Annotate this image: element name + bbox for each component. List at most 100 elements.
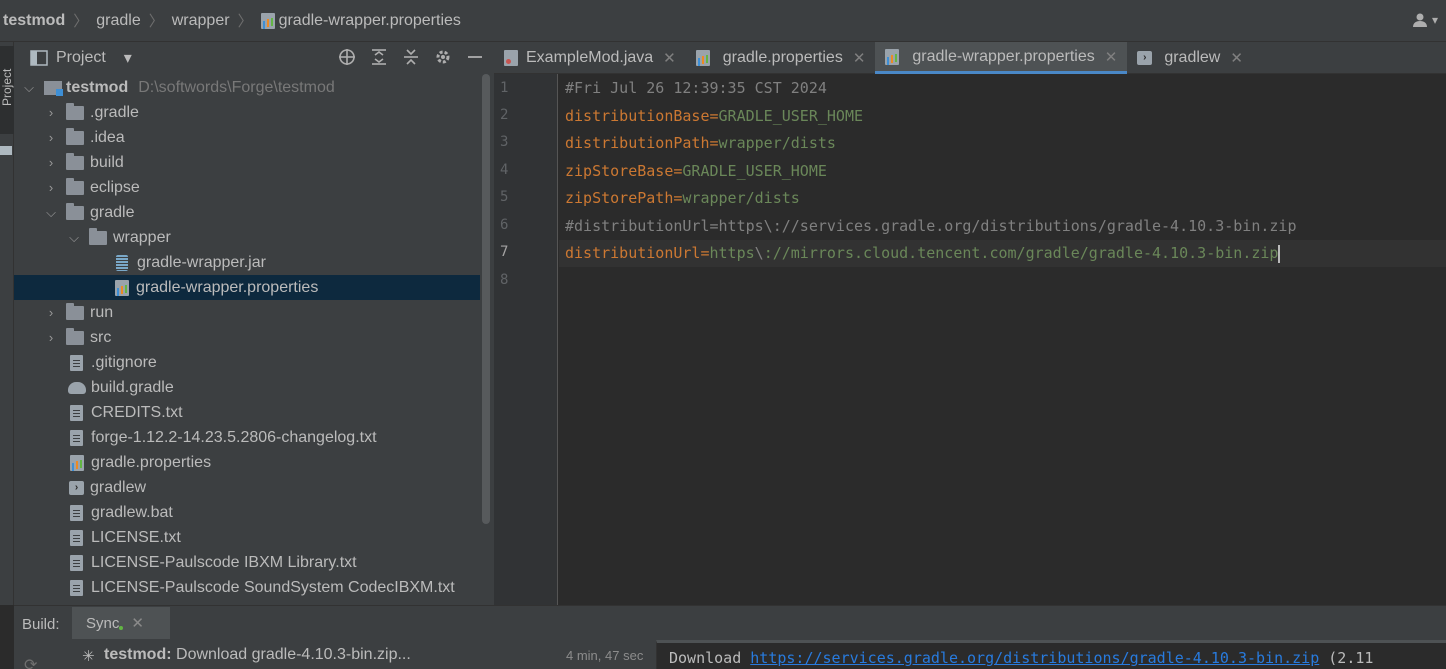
tree-item-license[interactable]: LICENSE.txt bbox=[14, 525, 480, 550]
breadcrumb-file[interactable]: gradle-wrapper.properties bbox=[260, 0, 461, 42]
tab-label: Sync bbox=[86, 614, 120, 632]
tree-item-label: run bbox=[90, 303, 114, 321]
build-task[interactable]: testmod: Download gradle-4.10.3-bin.zip.… bbox=[104, 646, 411, 664]
minimize-icon[interactable] bbox=[466, 48, 484, 66]
gear-icon[interactable] bbox=[434, 48, 452, 66]
module-folder-icon bbox=[44, 80, 63, 96]
tree-item-license-soundsystem[interactable]: LICENSE-Paulscode SoundSystem CodecIBXM.… bbox=[14, 575, 480, 600]
close-icon[interactable]: ✕ bbox=[1105, 48, 1118, 66]
left-tool-stripe: Project bbox=[0, 42, 14, 605]
tree-item-label: LICENSE-Paulscode IBXM Library.txt bbox=[91, 553, 357, 571]
chevron-right-icon: › bbox=[48, 180, 54, 195]
tree-item-changelog[interactable]: forge-1.12.2-14.23.5.2806-changelog.txt bbox=[14, 425, 480, 450]
navigation-bar: testmod 〉 gradle 〉 wrapper 〉 gradle-wrap… bbox=[0, 0, 1446, 42]
expand-all-icon[interactable] bbox=[370, 48, 388, 66]
breadcrumb-label: wrapper bbox=[171, 11, 230, 29]
tree-item-build[interactable]: › build bbox=[14, 150, 480, 175]
tree-scrollbar[interactable] bbox=[482, 74, 490, 524]
close-icon[interactable]: ✕ bbox=[1230, 49, 1243, 67]
project-tool-tab[interactable]: Project bbox=[0, 46, 14, 134]
tree-item-run[interactable]: › run bbox=[14, 300, 480, 325]
tab-gradlew[interactable]: › gradlew ✕ bbox=[1127, 42, 1253, 74]
tree-item-label: gradlew bbox=[90, 478, 147, 496]
tree-root[interactable]: ⌵ testmod D:\softwords\Forge\testmod bbox=[14, 75, 480, 100]
tree-item-label: LICENSE-Paulscode SoundSystem CodecIBXM.… bbox=[91, 578, 455, 596]
breadcrumb-label: gradle-wrapper.properties bbox=[278, 11, 461, 29]
code-line: #Fri Jul 26 12:39:35 CST 2024 bbox=[565, 79, 827, 97]
tree-item-label: .gitignore bbox=[91, 353, 157, 371]
line-number: 2 bbox=[500, 107, 509, 123]
project-tree: ⌵ testmod D:\softwords\Forge\testmod › .g… bbox=[14, 74, 494, 605]
property-value: https bbox=[709, 244, 755, 262]
tree-item-src[interactable]: › src bbox=[14, 325, 480, 350]
user-icon bbox=[1412, 13, 1427, 27]
breadcrumb-separator: 〉 bbox=[73, 13, 89, 30]
project-view-selector[interactable]: Project ▾ bbox=[14, 48, 132, 68]
spinner-icon: ✳ bbox=[82, 648, 95, 665]
collapse-all-icon[interactable] bbox=[402, 48, 420, 66]
refresh-icon[interactable]: ⟳ bbox=[24, 655, 37, 669]
tree-item-build-gradle[interactable]: build.gradle bbox=[14, 375, 480, 400]
chevron-right-icon: › bbox=[48, 305, 54, 320]
user-menu-button[interactable]: ▾ bbox=[1412, 12, 1438, 28]
tree-item-wrapper[interactable]: ⌵ wrapper bbox=[14, 225, 480, 250]
property-value: GRADLE_USER_HOME bbox=[718, 107, 864, 125]
folder-icon bbox=[89, 227, 107, 245]
task-description: Download gradle-4.10.3-bin.zip... bbox=[171, 646, 411, 663]
tab-sync[interactable]: Sync ✕ bbox=[72, 607, 170, 639]
breadcrumb-gradle[interactable]: gradle bbox=[96, 0, 140, 42]
tab-gradle-wrapper-properties[interactable]: gradle-wrapper.properties ✕ bbox=[875, 42, 1128, 74]
properties-file-icon bbox=[695, 50, 710, 66]
close-icon[interactable]: ✕ bbox=[663, 49, 676, 67]
line-number: 3 bbox=[500, 134, 509, 150]
code-line: #distributionUrl=https\://services.gradl… bbox=[565, 217, 1297, 235]
status-dot-icon bbox=[119, 626, 124, 630]
properties-file-icon bbox=[115, 279, 129, 296]
code-line: distributionUrl=https\://mirrors.cloud.t… bbox=[565, 244, 1281, 263]
console-link[interactable]: https://services.gradle.org/distribution… bbox=[750, 649, 1319, 667]
task-project: testmod: bbox=[104, 646, 172, 663]
tree-item-credits[interactable]: CREDITS.txt bbox=[14, 400, 480, 425]
breadcrumb-project[interactable]: testmod bbox=[0, 0, 65, 42]
tree-item-wrapper-properties[interactable]: gradle-wrapper.properties bbox=[14, 275, 480, 300]
tree-item-label: build.gradle bbox=[91, 378, 174, 396]
breadcrumb-wrapper[interactable]: wrapper bbox=[172, 0, 230, 42]
tree-item-gradle[interactable]: ⌵ gradle bbox=[14, 200, 480, 225]
tree-item-eclipse[interactable]: › eclipse bbox=[14, 175, 480, 200]
tree-item-gradle-properties[interactable]: gradle.properties bbox=[14, 450, 480, 475]
comment-text: #distributionUrl=https\://services.gradl… bbox=[565, 217, 1297, 235]
close-icon[interactable]: ✕ bbox=[853, 49, 866, 67]
tree-item-gradlew[interactable]: › gradlew bbox=[14, 475, 480, 500]
code-editor[interactable]: #Fri Jul 26 12:39:35 CST 2024 distributi… bbox=[559, 74, 1446, 605]
tree-item-gradlew-bat[interactable]: gradlew.bat bbox=[14, 500, 480, 525]
tab-label: gradle.properties bbox=[722, 49, 843, 66]
close-icon[interactable]: ✕ bbox=[131, 614, 144, 632]
console-line: Download https://services.gradle.org/dis… bbox=[669, 649, 1373, 667]
property-value: wrapper/dists bbox=[682, 189, 800, 207]
project-toolbar bbox=[338, 48, 484, 66]
terminal-script-icon: › bbox=[1137, 51, 1153, 65]
console-text: (2.11 bbox=[1319, 649, 1374, 667]
property-key: zipStorePath bbox=[565, 189, 674, 207]
line-number: 1 bbox=[500, 80, 509, 96]
property-key: distributionBase bbox=[565, 107, 710, 125]
tree-item-gitignore[interactable]: .gitignore bbox=[14, 350, 480, 375]
comment-text: #Fri Jul 26 12:39:35 CST 2024 bbox=[565, 79, 827, 97]
tree-item-wrapper-jar[interactable]: gradle-wrapper.jar bbox=[14, 250, 480, 275]
folder-icon bbox=[66, 202, 84, 220]
build-console[interactable]: Download https://services.gradle.org/dis… bbox=[656, 640, 1446, 669]
properties-file-icon bbox=[260, 12, 275, 29]
chevron-right-icon: › bbox=[48, 155, 54, 170]
tree-item-gradle-dir[interactable]: › .gradle bbox=[14, 100, 480, 125]
text-file-icon bbox=[70, 429, 83, 446]
text-file-icon bbox=[70, 504, 83, 521]
tab-examplemod-java[interactable]: ExampleMod.java ✕ bbox=[494, 42, 686, 74]
tree-item-idea[interactable]: › .idea bbox=[14, 125, 480, 150]
tab-label: gradle-wrapper.properties bbox=[912, 47, 1095, 65]
chevron-down-icon: ⌵ bbox=[69, 229, 79, 245]
folder-icon bbox=[66, 302, 84, 320]
tree-item-label: .gradle bbox=[90, 103, 139, 121]
locate-icon[interactable] bbox=[338, 48, 356, 66]
tree-item-license-ibxm[interactable]: LICENSE-Paulscode IBXM Library.txt bbox=[14, 550, 480, 575]
tab-gradle-properties[interactable]: gradle.properties ✕ bbox=[686, 42, 876, 74]
